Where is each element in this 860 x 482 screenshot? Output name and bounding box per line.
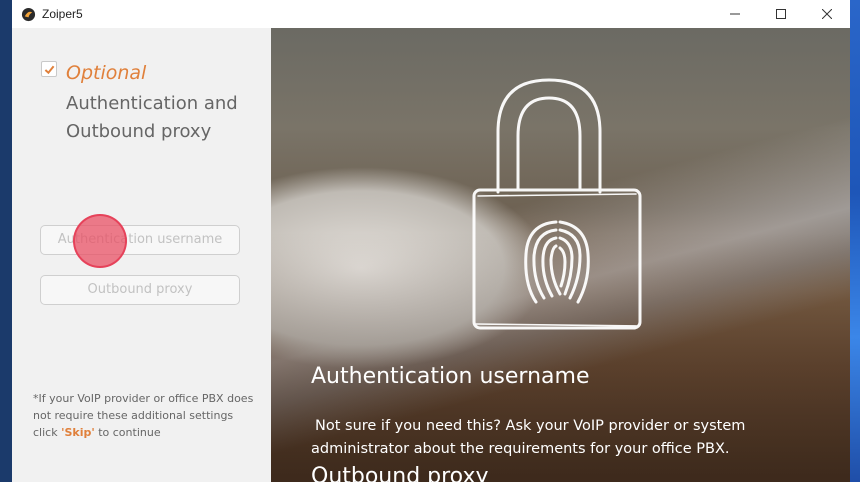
info-description: Not sure if you need this? Ask your VoIP… (311, 418, 746, 457)
minimize-icon (730, 13, 740, 15)
minimize-button[interactable] (712, 0, 758, 28)
title-bar: Zoiper5 (12, 0, 850, 28)
skip-link[interactable]: 'Skip' (61, 426, 95, 439)
window-controls (712, 0, 850, 28)
close-button[interactable] (804, 0, 850, 28)
footnote: *If your VoIP provider or office PBX doe… (33, 392, 254, 439)
maximize-button[interactable] (758, 0, 804, 28)
zoiper-icon (20, 6, 36, 22)
section-heading: Authentication and Outbound proxy (66, 93, 238, 142)
app-window: Zoiper5 Optional Authentication and Outb… (12, 0, 850, 482)
checkmark-icon (44, 65, 54, 74)
settings-panel: Optional Authentication and Outbound pro… (12, 28, 271, 482)
desktop-wallpaper (850, 0, 860, 482)
info-panel: Authentication username Not sure if you … (271, 28, 850, 482)
close-icon (822, 9, 832, 19)
optional-label: Optional (66, 62, 147, 84)
auth-username-input[interactable] (40, 225, 240, 255)
optional-checkbox[interactable] (41, 61, 57, 77)
maximize-icon (776, 9, 786, 19)
info-title-outbound: Outbound proxy (311, 464, 489, 482)
info-title: Authentication username (311, 364, 590, 389)
outbound-proxy-input[interactable] (40, 275, 240, 305)
window-title: Zoiper5 (42, 7, 83, 21)
lock-fingerprint-icon (472, 78, 642, 330)
